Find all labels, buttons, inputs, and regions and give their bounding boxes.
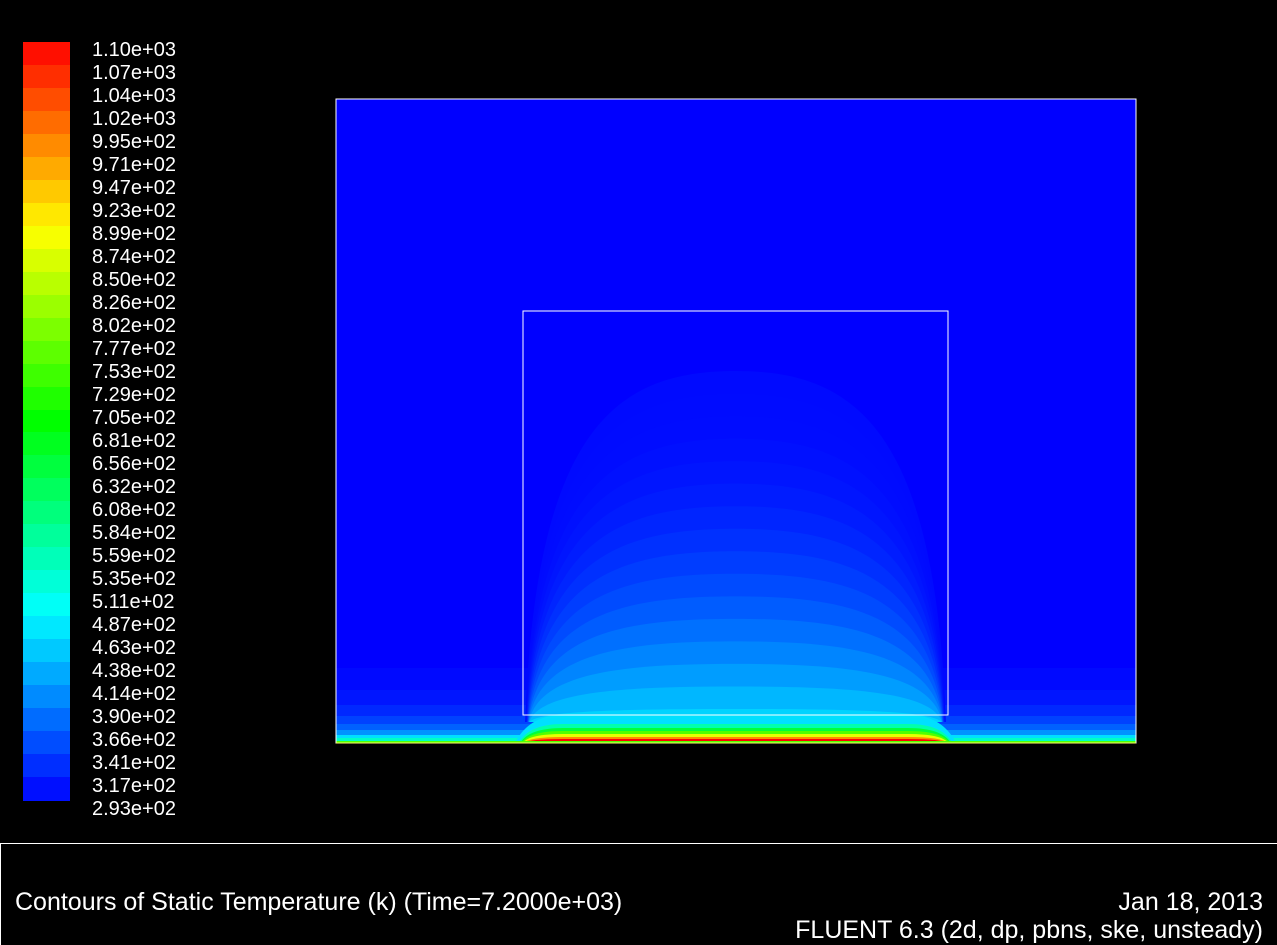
footer-panel: Contours of Static Temperature (k) (Time… xyxy=(0,843,1277,945)
solver-info: FLUENT 6.3 (2d, dp, pbns, ske, unsteady) xyxy=(795,916,1263,944)
plot-date: Jan 18, 2013 xyxy=(1118,888,1263,916)
contour-plot xyxy=(335,98,1137,744)
plot-caption: Contours of Static Temperature (k) (Time… xyxy=(15,888,623,916)
